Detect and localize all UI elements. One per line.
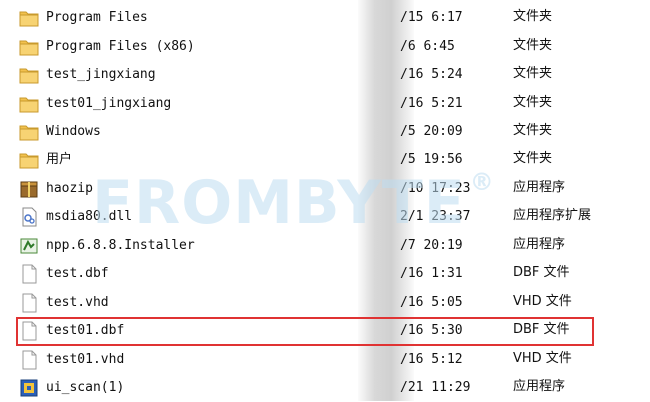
file-name: 用户	[46, 152, 73, 167]
installer-app-icon	[19, 236, 39, 256]
file-type: 文件夹	[513, 9, 553, 24]
file-row[interactable]: test01.vhd /16 5:12 VHD 文件	[0, 346, 650, 374]
dll-file-icon	[19, 207, 39, 227]
file-type: 文件夹	[513, 151, 553, 166]
file-type: 应用程序	[513, 379, 566, 394]
scan-app-icon	[19, 378, 39, 398]
file-type: 文件夹	[513, 95, 553, 110]
blank-file-icon	[19, 264, 39, 284]
file-date: /6 6:45	[400, 39, 455, 54]
registered-mark: ®	[469, 168, 495, 196]
file-date: /7 20:19	[400, 238, 463, 253]
folder-icon	[19, 8, 39, 28]
file-type: VHD 文件	[513, 351, 572, 366]
file-type: VHD 文件	[513, 294, 572, 309]
file-date: /16 5:21	[400, 96, 463, 111]
file-name: Windows	[46, 124, 101, 139]
file-row[interactable]: Program Files /15 6:17 文件夹	[0, 4, 650, 32]
file-list: Program Files /15 6:17 文件夹 Program Files…	[0, 0, 650, 401]
selection-highlight-box	[16, 317, 594, 346]
file-type: 应用程序	[513, 180, 566, 195]
file-date: /16 5:12	[400, 352, 463, 367]
folder-icon	[19, 65, 39, 85]
file-name: test01.vhd	[46, 352, 125, 367]
file-row[interactable]: test.vhd /16 5:05 VHD 文件	[0, 289, 650, 317]
watermark-logo: FROMBYTE ®	[92, 168, 495, 238]
folder-icon	[19, 37, 39, 57]
file-name: test.dbf	[46, 266, 109, 281]
file-name: test_jingxiang	[46, 67, 156, 82]
folder-icon	[19, 94, 39, 114]
folder-icon	[19, 122, 39, 142]
file-name: haozip	[46, 181, 93, 196]
file-row[interactable]: test.dbf /16 1:31 DBF 文件	[0, 260, 650, 288]
file-date: /15 6:17	[400, 10, 463, 25]
file-row[interactable]: test_jingxiang /16 5:24 文件夹	[0, 61, 650, 89]
file-row[interactable]: Program Files (x86) /6 6:45 文件夹	[0, 33, 650, 61]
file-name: test01_jingxiang	[46, 96, 172, 111]
file-name: ui_scan(1)	[46, 380, 125, 395]
file-date: /16 5:05	[400, 295, 463, 310]
file-date: /21 11:29	[400, 380, 471, 395]
file-row[interactable]: Windows /5 20:09 文件夹	[0, 118, 650, 146]
file-row[interactable]: ui_scan(1) /21 11:29 应用程序	[0, 374, 650, 402]
file-type: 应用程序扩展	[513, 208, 592, 223]
file-name: test.vhd	[46, 295, 109, 310]
blank-file-icon	[19, 350, 39, 370]
blank-file-icon	[19, 293, 39, 313]
file-date: /5 20:09	[400, 124, 463, 139]
file-name: Program Files	[46, 10, 148, 25]
file-date: /16 1:31	[400, 266, 463, 281]
file-name: Program Files (x86)	[46, 39, 195, 54]
file-name: npp.6.8.8.Installer	[46, 238, 195, 253]
file-row[interactable]: test01_jingxiang /16 5:21 文件夹	[0, 90, 650, 118]
file-type: 文件夹	[513, 66, 553, 81]
folder-icon	[19, 150, 39, 170]
file-type: 文件夹	[513, 123, 553, 138]
haozip-app-icon	[19, 179, 39, 199]
watermark-text: FROMBYTE	[92, 168, 466, 238]
file-date: /5 19:56	[400, 152, 463, 167]
file-date: /16 5:24	[400, 67, 463, 82]
file-type: 文件夹	[513, 38, 553, 53]
file-type: 应用程序	[513, 237, 566, 252]
file-type: DBF 文件	[513, 265, 570, 280]
